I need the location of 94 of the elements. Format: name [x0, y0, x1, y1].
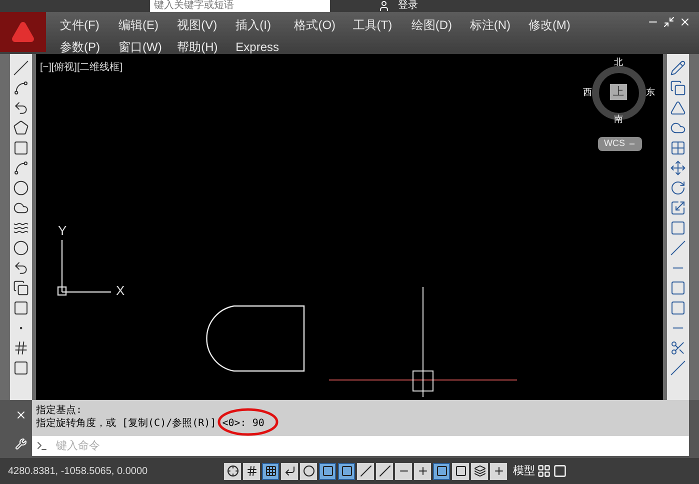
ucs-axes-drawing: [57, 239, 112, 296]
modify-tool-icon[interactable]: [670, 120, 686, 136]
draw-tool-icon[interactable]: [13, 180, 29, 196]
x-axis-label: X: [116, 284, 125, 298]
status-toggle[interactable]: [376, 462, 393, 480]
compass-west[interactable]: 西: [583, 87, 592, 98]
draw-tool-icon[interactable]: [13, 140, 29, 156]
compass-east[interactable]: 东: [646, 87, 655, 98]
modify-tool-icon[interactable]: [670, 140, 686, 156]
toggle-icon: [284, 465, 296, 477]
toggle-icon: [246, 465, 258, 477]
toggle-icon: [454, 465, 466, 477]
y-axis-label: Y: [58, 224, 67, 238]
modify-tool-icon[interactable]: [670, 340, 686, 356]
toggle-icon: [322, 465, 334, 477]
draw-tool-icon[interactable]: [13, 120, 29, 136]
menu-item[interactable]: 文件(F): [60, 16, 119, 34]
toggle-icon: [264, 465, 276, 477]
status-toggle[interactable]: [395, 462, 412, 480]
modify-tool-icon[interactable]: [670, 240, 686, 256]
coordinates-readout: 4280.8381, -1058.5065, 0.0000: [8, 464, 149, 478]
menu-item[interactable]: 参数(P): [60, 38, 119, 56]
draw-tool-icon[interactable]: [13, 220, 29, 236]
toggle-icon: [416, 465, 428, 477]
modify-tool-icon[interactable]: [670, 220, 686, 236]
compass-south[interactable]: 南: [614, 114, 623, 125]
model-tab[interactable]: 模型: [513, 462, 535, 480]
status-toggle[interactable]: [338, 462, 355, 480]
ellipse-annotation: [216, 408, 280, 436]
status-toggle[interactable]: [224, 462, 241, 480]
status-toggle[interactable]: [433, 462, 450, 480]
draw-tool-icon[interactable]: [13, 300, 29, 316]
close-icon[interactable]: [15, 408, 27, 420]
draw-tool-icon[interactable]: [13, 80, 29, 96]
compass-north[interactable]: 北: [614, 57, 623, 68]
menu-item[interactable]: 帮助(H): [177, 38, 236, 56]
menu-item[interactable]: 视图(V): [177, 16, 236, 34]
layout-icon[interactable]: [537, 464, 551, 478]
status-toggle[interactable]: [300, 462, 317, 480]
draw-tool-icon[interactable]: [13, 340, 29, 356]
modify-tool-icon[interactable]: [670, 200, 686, 216]
toggle-icon: [302, 465, 314, 477]
status-toggle[interactable]: [243, 462, 260, 480]
draw-tool-icon[interactable]: [13, 260, 29, 276]
draw-tool-icon[interactable]: [13, 200, 29, 216]
command-history-line: 指定旋转角度，或 [复制(C)/参照(R)] <0>: 90: [36, 417, 264, 430]
menu-item[interactable]: 编辑(E): [118, 16, 178, 34]
user-icon: [378, 0, 390, 12]
login-link[interactable]: 登录: [398, 0, 418, 12]
modify-tool-icon[interactable]: [670, 160, 686, 176]
close-icon[interactable]: [679, 16, 691, 28]
status-toggle[interactable]: [414, 462, 431, 480]
viewport-label[interactable]: [−][俯视][二维线框]: [40, 60, 123, 75]
status-toggle[interactable]: [471, 462, 488, 480]
menu-item[interactable]: 插入(I): [236, 16, 294, 34]
draw-tool-icon[interactable]: [13, 240, 29, 256]
status-toggle[interactable]: [262, 462, 279, 480]
status-toggle[interactable]: [319, 462, 336, 480]
command-history-line: 指定基点:: [36, 404, 82, 417]
draw-tool-icon[interactable]: [13, 100, 29, 116]
modify-tool-icon[interactable]: [670, 60, 686, 76]
toggle-icon: [436, 465, 448, 477]
toggle-icon: [378, 465, 390, 477]
status-toggle[interactable]: [281, 462, 298, 480]
toggle-icon: [340, 465, 352, 477]
draw-tool-icon[interactable]: [13, 60, 29, 76]
status-toggle[interactable]: [357, 462, 374, 480]
prompt-icon: [36, 440, 48, 452]
menu-item[interactable]: 工具(T): [352, 16, 412, 34]
toggle-icon: [492, 465, 504, 477]
menu-item[interactable]: 修改(M): [528, 16, 587, 34]
menu-item[interactable]: 格式(O): [294, 16, 353, 34]
draw-tool-icon[interactable]: [13, 160, 29, 176]
modify-tool-icon[interactable]: [670, 300, 686, 316]
modify-tool-icon[interactable]: [670, 80, 686, 96]
menu-item[interactable]: 标注(N): [470, 16, 528, 34]
modify-tool-icon[interactable]: [670, 180, 686, 196]
modify-tool-icon[interactable]: [670, 360, 686, 376]
wrench-icon[interactable]: [15, 438, 27, 450]
status-toggle[interactable]: [490, 462, 507, 480]
toggle-icon: [226, 465, 238, 477]
toggle-icon: [474, 465, 486, 477]
viewport-icon[interactable]: [553, 464, 567, 478]
toggle-icon: [360, 465, 372, 477]
modify-tool-icon[interactable]: [670, 100, 686, 116]
top-face-label[interactable]: 上: [610, 84, 627, 100]
menu-item[interactable]: Express: [236, 38, 294, 56]
draw-tool-icon[interactable]: [13, 280, 29, 296]
modify-tool-icon[interactable]: [670, 280, 686, 296]
status-toggle[interactable]: [452, 462, 469, 480]
menu-item[interactable]: 窗口(W): [118, 38, 178, 56]
menu-item[interactable]: 绘图(D): [411, 16, 470, 34]
restore-icon[interactable]: [663, 16, 675, 28]
draw-tool-icon[interactable]: [13, 360, 29, 376]
